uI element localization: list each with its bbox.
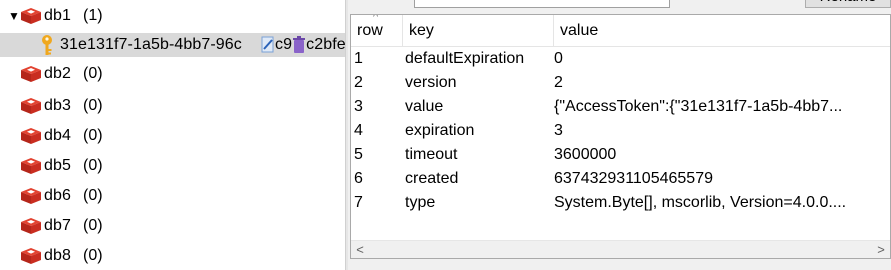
column-header-value[interactable]: value: [554, 15, 890, 47]
redis-db-icon: [21, 158, 41, 174]
edit-key-icon[interactable]: [261, 36, 275, 54]
key-name-tail: c9: [275, 36, 293, 53]
field-value: 2: [554, 74, 563, 91]
redis-db-icon: [21, 128, 41, 144]
field-value: 0: [554, 50, 563, 67]
key-name: 31e131f7-1a5b-4bb7-96c: [60, 36, 242, 53]
db-name: db4: [44, 127, 71, 144]
db-name: db6: [44, 187, 71, 204]
db-key-count: (0): [83, 127, 103, 144]
scroll-left-icon[interactable]: <: [351, 241, 369, 258]
row-number: 1: [354, 50, 363, 67]
db-key-count: (0): [83, 217, 103, 234]
column-header-key[interactable]: key: [403, 15, 554, 47]
field-key: created: [405, 170, 459, 187]
column-header-row[interactable]: ^ row: [351, 15, 403, 47]
horizontal-scrollbar[interactable]: < >: [351, 240, 890, 258]
db-name: db5: [44, 157, 71, 174]
tree-item-db2[interactable]: db2 (0): [0, 62, 345, 86]
tree-item-db5[interactable]: db5 (0): [0, 154, 345, 178]
tree-item-db7[interactable]: db7 (0): [0, 214, 345, 238]
row-number: 2: [354, 74, 363, 91]
delete-key-icon[interactable]: [292, 36, 306, 54]
field-key: timeout: [405, 146, 458, 163]
field-value: 637432931105465579: [554, 170, 713, 187]
key-icon: [42, 35, 52, 55]
db-name: db2: [44, 65, 71, 82]
db-name: db8: [44, 247, 71, 264]
db-key-count: (0): [83, 247, 103, 264]
db-key-count: (0): [83, 97, 103, 114]
db-key-count: (0): [83, 157, 103, 174]
row-number: 3: [354, 98, 363, 115]
database-tree: ▼ db1 (1) 31e131f7-1a5b-4bb7-96c c9 c2bf…: [0, 0, 345, 270]
field-key: value: [405, 98, 444, 115]
row-number: 7: [354, 194, 363, 211]
key-name-tail-end: c2bfe: [306, 36, 345, 53]
db-name: db7: [44, 217, 71, 234]
key-name-input[interactable]: [414, 0, 670, 8]
redis-db-icon: [21, 218, 41, 234]
redis-db-icon: [21, 188, 41, 204]
tree-item-key-selected[interactable]: 31e131f7-1a5b-4bb7-96c c9 c2bfe: [0, 33, 345, 57]
key-detail-panel: Rename ^ row key value 1 defaultExpirati…: [348, 0, 891, 270]
field-key: version: [405, 74, 457, 91]
expand-collapse-icon[interactable]: ▼: [8, 4, 20, 28]
sort-indicator-icon: ^: [373, 14, 379, 23]
db-name: db3: [44, 97, 71, 114]
tree-item-db1[interactable]: ▼ db1 (1): [0, 4, 345, 28]
db-key-count: (0): [83, 65, 103, 82]
field-key: type: [405, 194, 436, 211]
db-key-count: (1): [83, 7, 103, 24]
tree-item-db6[interactable]: db6 (0): [0, 184, 345, 208]
row-number: 5: [354, 146, 363, 163]
hash-value-grid: ^ row key value 1 defaultExpiration 0 2 …: [350, 14, 891, 259]
field-value: {"AccessToken":{"31e131f7-1a5b-4bb7...: [554, 98, 843, 115]
tree-item-db4[interactable]: db4 (0): [0, 124, 345, 148]
tree-item-db8[interactable]: db8 (0): [0, 244, 345, 268]
redis-db-icon: [21, 98, 41, 114]
tree-item-db3[interactable]: db3 (0): [0, 94, 345, 118]
field-key: expiration: [405, 122, 475, 139]
field-value: System.Byte[], mscorlib, Version=4.0.0..…: [554, 194, 847, 211]
field-value: 3600000: [554, 146, 617, 163]
scroll-right-icon[interactable]: >: [872, 241, 890, 258]
field-key: defaultExpiration: [405, 50, 525, 67]
redis-db-icon: [21, 66, 41, 82]
redis-db-icon: [21, 8, 41, 24]
db-key-count: (0): [83, 187, 103, 204]
redis-db-icon: [21, 248, 41, 264]
rename-button[interactable]: Rename: [805, 0, 891, 8]
db-name: db1: [44, 7, 71, 24]
row-number: 4: [354, 122, 363, 139]
field-value: 3: [554, 122, 563, 139]
row-number: 6: [354, 170, 363, 187]
